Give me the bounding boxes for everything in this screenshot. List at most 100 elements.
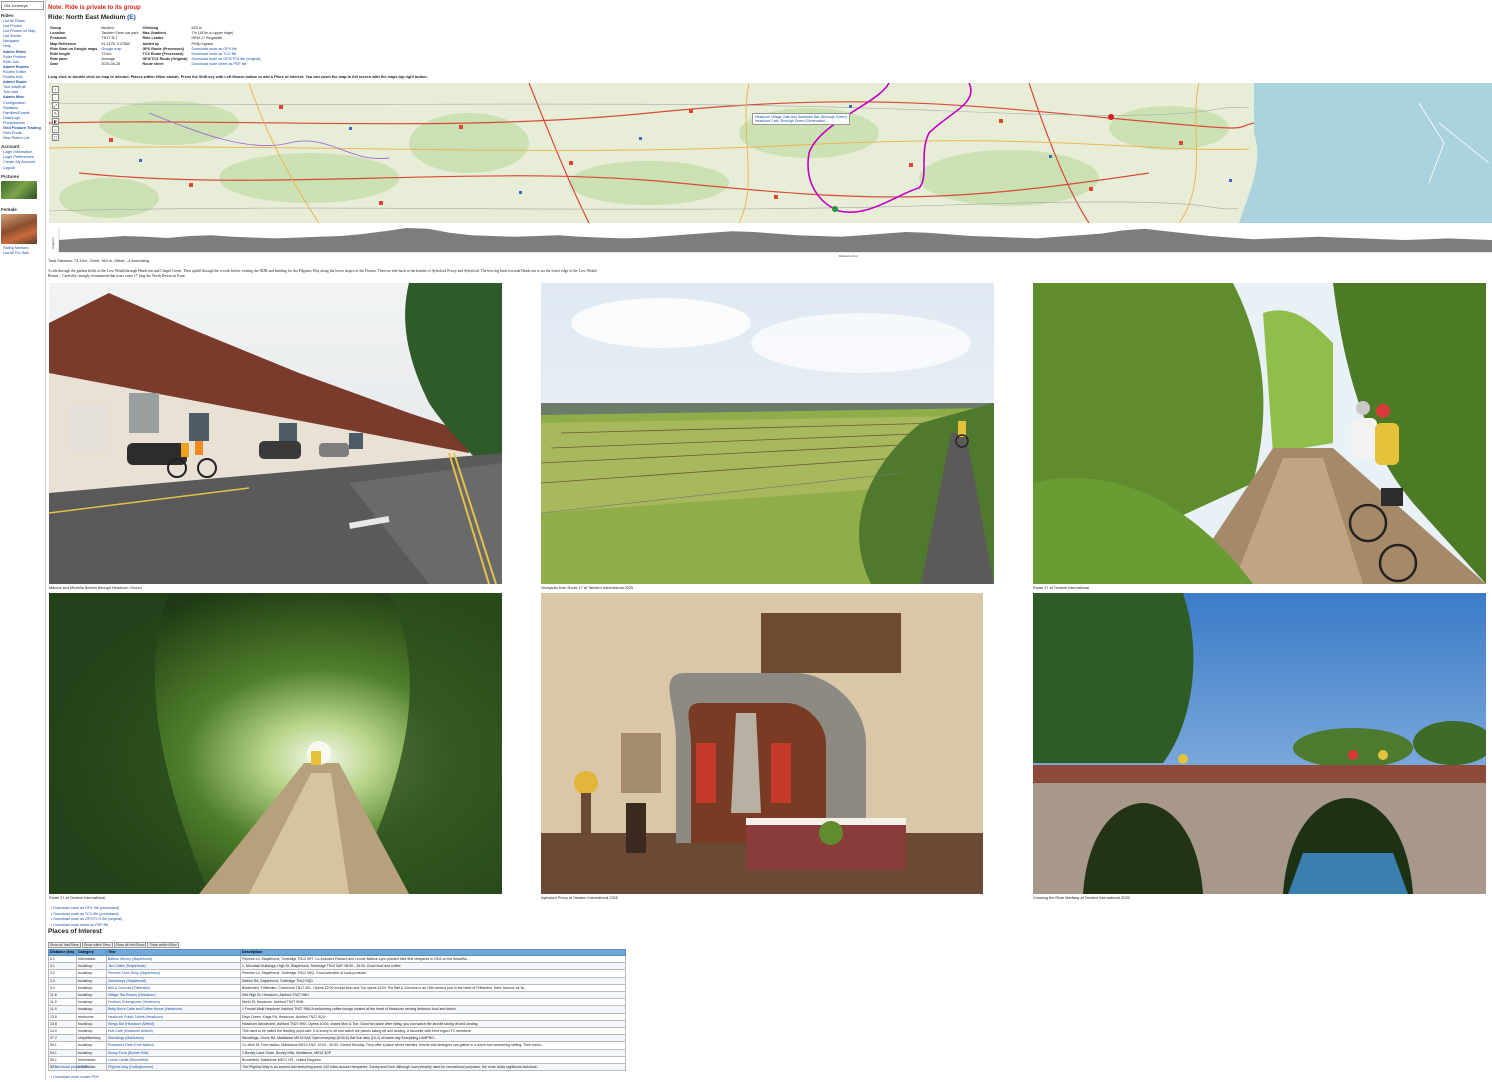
sidebar-rides-list: List All Rides List Photos List Photos o… [0, 19, 45, 141]
photo-caption: Route 17 at Tandem International [49, 896, 106, 900]
poi-filter-button[interactable]: Show within Desc [81, 942, 113, 948]
poi-row: 11.8 foodshop Village Tea Rooms (Headcorn)… [48, 991, 626, 1000]
info-value[interactable]: Download route sheet as PDF file [190, 62, 263, 67]
layers-icon[interactable]: ◧ [52, 118, 59, 125]
poi-distance: 11.9 [48, 1005, 77, 1014]
poi-title-link[interactable]: Fordons Greengrocer (Headcorn) [106, 998, 241, 1007]
ride-code-link[interactable]: (E) [127, 14, 136, 21]
route-map[interactable]: + − ⤢ ✎ ◧ ⌂ ▢ Headcorn Village Cafe And … [49, 83, 1492, 223]
sidebar-pictures-thumbnail[interactable] [1, 180, 37, 199]
home-icon[interactable]: ⌂ [52, 126, 59, 133]
poi-title-link[interactable]: Leeds Castle (Broomfield) [106, 1055, 241, 1065]
download-photo-pdf-text[interactable]: Download photo PDF [53, 1065, 88, 1069]
download-tcx-processed-text[interactable]: Download route as TCX file (processed) [53, 912, 118, 916]
poi-row: 57.2 Information Pilgrims Way (Hollingbour… [48, 1063, 626, 1072]
poi-category: foodshop [76, 1041, 107, 1050]
photo-caption: Vineyards from Route 17 at Tandem Intern… [541, 586, 634, 590]
poi-category: Information [76, 954, 107, 964]
poi-title-link[interactable]: Pennies Farm Shop (Staplehurst) [106, 969, 241, 978]
photo-chapel-altar[interactable] [541, 593, 983, 894]
poi-title-link[interactable]: Wings Bar (Headcorn Airfield) [106, 1019, 241, 1029]
poi-title-link[interactable]: Betty Boo's Cake and Coffee House (Headc… [106, 1005, 241, 1014]
download-more-routes-link[interactable]: Download more routes PDF [51, 1072, 99, 1082]
download-photo-pdf-link[interactable]: Download photo PDF [51, 1062, 99, 1072]
photo-caption: Crossing the River Medway at Tandem Inte… [1033, 896, 1130, 900]
page-title-text: Ride: North East Medium [48, 14, 126, 21]
poi-title-link[interactable]: Bell & Jorrocks (Frittenden) [106, 983, 241, 993]
poi-description: Co-Weir St, Fore station, Maidstone ME14… [240, 1041, 626, 1050]
poi-title-link[interactable]: Headcorn Public Toilets (Headcorn) [106, 1012, 241, 1021]
poi-column-header[interactable]: Distance (km) [48, 949, 77, 956]
poi-description: 59A High St, Headcorn, Ashford TN27 9NH [240, 991, 626, 1000]
download-gpx-processed-text[interactable]: Download route as GPX file (processed) [53, 906, 119, 910]
poi-category: foodshop [76, 998, 107, 1007]
bottom-links: Download photo PDF Download more routes … [48, 1062, 99, 1082]
poi-row: 54.1 foodshop Scoop Food (Boxlee Hills) 1 B… [48, 1048, 626, 1057]
poi-description: Headcorn Aerodrome, Ashford TN27 9HX. Op… [240, 1019, 626, 1029]
sidebar-top-link[interactable]: Old Journeys [1, 1, 44, 10]
poi-title-link[interactable]: Jim Coffee (Staplehurst) [106, 962, 241, 971]
draw-icon[interactable]: ✎ [52, 110, 59, 117]
poi-filter-button[interactable]: Show all Info/Show [113, 942, 147, 948]
page-title: Ride: North East Medium (E) [48, 14, 136, 21]
poi-row: 3.2 foodshop Pennies Farm Shop (Staplehurs… [48, 969, 626, 978]
poi-title-link[interactable]: Village Tea Rooms (Headcorn) [106, 991, 241, 1000]
photo-cyclist-track[interactable] [1033, 283, 1486, 584]
photo-tree-tunnel[interactable] [49, 593, 502, 894]
photo-caption: Marcus and Michelle Beeton through Headc… [49, 586, 142, 590]
photo-vineyard[interactable] [541, 283, 994, 584]
sidebar-account-list: Login Information Login Preferences Crea… [0, 150, 45, 170]
poi-distance: 0.1 [48, 954, 77, 964]
poi-title-link[interactable]: Woodlings (Maidstone) [106, 1034, 241, 1043]
poi-category: foodshop [76, 983, 107, 993]
poi-category: foodshop [76, 962, 107, 971]
download-more-routes-text[interactable]: Download more routes PDF [53, 1075, 99, 1079]
select-box-icon[interactable]: ▢ [52, 134, 59, 141]
main-content: Note: Ride is private to its group Ride:… [47, 0, 1492, 1080]
ride-info-table: Group tandem Climbing 625 m Location Tandem F… [48, 26, 263, 68]
poi-title-link[interactable]: Pilgrims Way (Hollingbourne) [106, 1063, 241, 1072]
poi-distance: 5.4 [48, 983, 77, 993]
poi-description: Days Green, Kings Rd, Headcorn, Ashford … [240, 1012, 626, 1021]
download-original-text[interactable]: Download route as GPX/TCX file (original… [53, 917, 122, 921]
poi-category: foodshop [76, 976, 107, 985]
photo-caption: Route 17 at Tandem International [1033, 586, 1090, 590]
map-canvas [49, 83, 1492, 223]
elevation-chart: Height m Distance (km) [49, 226, 1492, 258]
poi-filter-button[interactable]: Show all Info/Show [48, 942, 81, 948]
poi-title-link[interactable]: Sainsburys (Staplehurst) [106, 976, 241, 985]
poi-filter-button[interactable]: Show within 60km [147, 942, 179, 948]
poi-title-link[interactable]: Postman's Rest (Fore station) [106, 1041, 241, 1050]
poi-distance: 14.0 [48, 1027, 77, 1036]
elevation-xlabel: Distance (km) [839, 254, 858, 258]
poi-title-link[interactable]: Balfour Winery (Staplehurst) [106, 954, 241, 964]
fullscreen-icon[interactable]: ⤢ [52, 102, 59, 109]
poi-description: North St, Headcorn, Ashford TN27 9NN [240, 998, 626, 1007]
poi-title-link[interactable]: Scoop Food (Boxlee Hills) [106, 1048, 241, 1057]
poi-filter-buttons: Show all Info/Show Show within Desc Show… [48, 942, 179, 948]
photo-caption: Aylesford Priory at Tandem International… [541, 896, 618, 900]
poi-row: 39.1 foodshop Postman's Rest (Fore station… [48, 1041, 626, 1050]
ride-description: A ride through the garden fields of the … [48, 269, 948, 279]
poi-title-link[interactable]: Hub Cafe (Headcorn Airfield) [106, 1027, 241, 1036]
sidebar-item[interactable]: List All For Sale [3, 251, 44, 256]
sidebar-item[interactable]: New Riders List [3, 136, 44, 141]
download-routesheet-text[interactable]: Download route sheet as PDF file [53, 923, 108, 927]
photo-village-street[interactable] [49, 283, 502, 584]
sidebar-bottom-list: Riding Mentors List All For Sale [0, 246, 45, 256]
zoom-out-button[interactable]: − [52, 94, 59, 101]
sidebar-heading-account: Account [1, 144, 20, 150]
info-value: 2025-06-28 [101, 62, 121, 67]
poi-description: The Pilgrims Way is an ancient trail str… [240, 1063, 626, 1072]
poi-category: foodshop [76, 991, 107, 1000]
sidebar-female-thumbnail[interactable] [1, 213, 37, 244]
photo-stone-bridge[interactable] [1033, 593, 1486, 894]
poi-description: 1 Forstal Walk Headcorn Ashford TN27 9NN… [240, 1005, 626, 1014]
downloads-list: Download route as GPX file (processed) D… [48, 906, 122, 928]
sidebar-item[interactable]: Logout [3, 166, 44, 171]
map-tooltip-subtitle[interactable]: Headcorn Cafe, Borough Green (Sevenoaks) [755, 119, 847, 123]
map-tooltip: Headcorn Village Cafe And Sandwich Bar (… [752, 113, 850, 125]
zoom-in-button[interactable]: + [52, 86, 59, 93]
poi-distance: 3.2 [48, 969, 77, 978]
poi-description: This used to be called the flooding poin… [240, 1027, 626, 1036]
